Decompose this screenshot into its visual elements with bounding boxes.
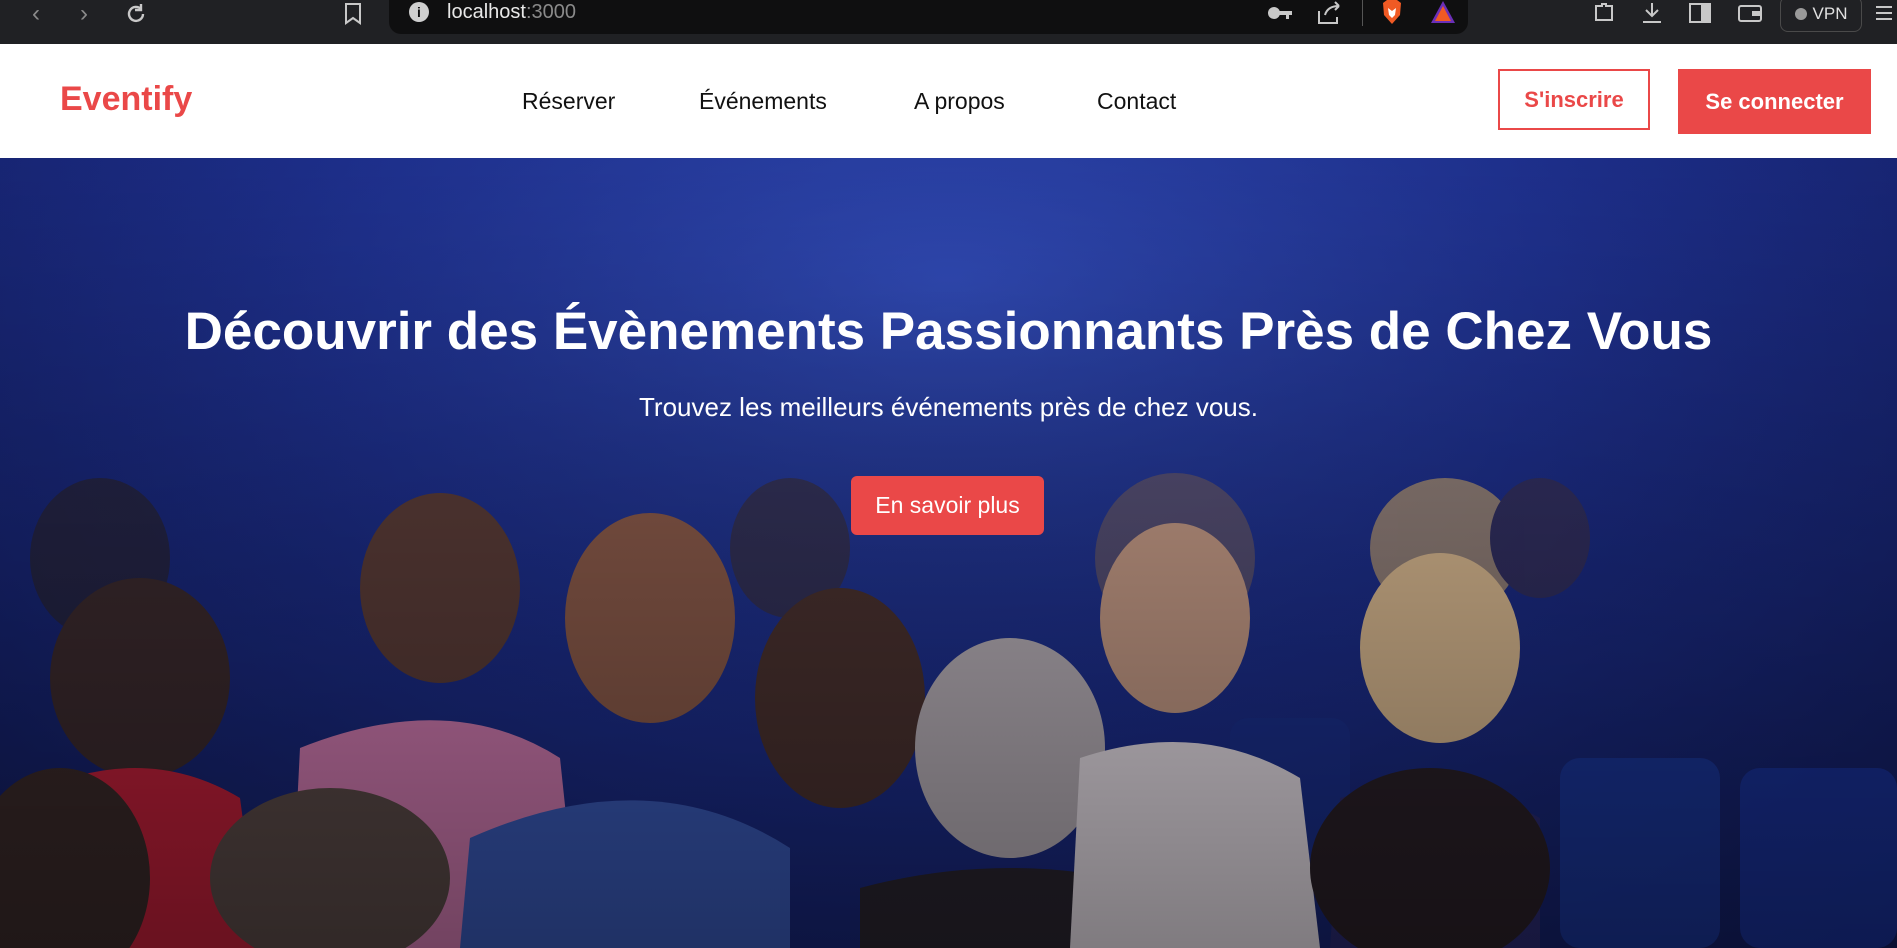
- browser-toolbar: ‹ › i localhost:3000 VPN: [0, 0, 1897, 44]
- nav-link-a-propos[interactable]: A propos: [914, 88, 1005, 115]
- nav-link-evenements[interactable]: Événements: [699, 88, 827, 115]
- signup-button[interactable]: S'inscrire: [1498, 69, 1650, 130]
- vpn-label: VPN: [1812, 4, 1848, 23]
- forward-icon[interactable]: ›: [70, 0, 98, 28]
- sidebar-icon[interactable]: [1686, 0, 1714, 26]
- login-button[interactable]: Se connecter: [1678, 69, 1871, 134]
- vpn-status-icon: [1794, 8, 1807, 20]
- site-logo[interactable]: Eventify: [60, 80, 192, 119]
- share-icon[interactable]: [1315, 0, 1343, 26]
- nav-link-contact[interactable]: Contact: [1097, 88, 1176, 115]
- url-text[interactable]: localhost:3000: [447, 1, 576, 24]
- hero-audience-photo: [0, 158, 1897, 948]
- menu-icon[interactable]: [1872, 0, 1896, 26]
- key-icon[interactable]: [1266, 0, 1294, 26]
- info-icon[interactable]: i: [409, 2, 429, 22]
- url-port: :3000: [525, 1, 576, 23]
- hero-section: Découvrir des Évènements Passionnants Pr…: [0, 158, 1897, 948]
- brave-rewards-icon[interactable]: [1429, 0, 1457, 25]
- address-bar[interactable]: i localhost:3000: [389, 0, 1468, 34]
- learn-more-button[interactable]: En savoir plus: [851, 476, 1044, 535]
- site-header: Eventify Réserver Événements A propos Co…: [0, 44, 1897, 158]
- extensions-icon[interactable]: [1590, 0, 1618, 26]
- hero-title: Découvrir des Évènements Passionnants Pr…: [184, 302, 1713, 361]
- toolbar-divider: [1362, 0, 1363, 26]
- wallet-icon[interactable]: [1736, 0, 1764, 26]
- brave-shield-icon[interactable]: [1379, 0, 1405, 25]
- reload-icon[interactable]: [122, 0, 150, 28]
- hero-subtitle: Trouvez les meilleurs événements près de…: [639, 392, 1258, 422]
- nav-link-reserver[interactable]: Réserver: [522, 88, 615, 115]
- url-host: localhost: [447, 1, 526, 23]
- bookmark-icon[interactable]: [339, 0, 367, 28]
- vpn-button[interactable]: VPN: [1780, 0, 1862, 32]
- back-icon[interactable]: ‹: [22, 0, 50, 28]
- download-icon[interactable]: [1638, 0, 1666, 26]
